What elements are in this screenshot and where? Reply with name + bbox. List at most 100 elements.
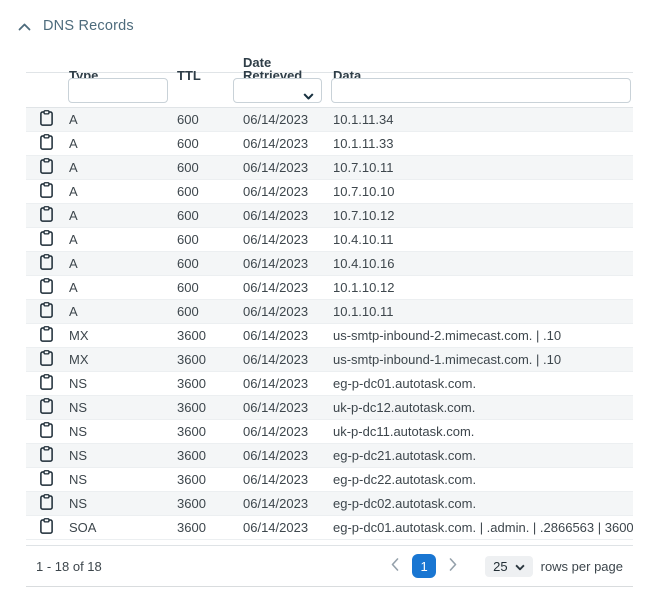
ttl-cell: 3600 [175, 444, 241, 467]
copy-record-button[interactable] [40, 110, 53, 129]
copy-record-button[interactable] [40, 518, 53, 537]
column-header-ttl: TTL [175, 69, 241, 82]
data-cell: eg-p-dc01.autotask.com. [327, 372, 633, 395]
date-retrieved-cell: 06/14/2023 [241, 516, 327, 539]
data-filter-input[interactable] [331, 78, 631, 103]
type-cell: NS [67, 396, 175, 419]
section-title: DNS Records [43, 18, 134, 34]
copy-record-button[interactable] [40, 254, 53, 273]
date-retrieved-cell: 06/14/2023 [241, 396, 327, 419]
clipboard-icon [40, 302, 53, 321]
date-retrieved-cell: 06/14/2023 [241, 444, 327, 467]
data-cell: 10.4.10.11 [327, 228, 633, 251]
table-row: NS 3600 06/14/2023 eg-p-dc01.autotask.co… [26, 372, 633, 396]
data-cell: eg-p-dc22.autotask.com. [327, 468, 633, 491]
clipboard-icon [40, 398, 53, 417]
clipboard-icon [40, 182, 53, 201]
date-retrieved-cell: 06/14/2023 [241, 372, 327, 395]
table-row: A 600 06/14/2023 10.7.10.10 [26, 180, 633, 204]
section-header: DNS Records [0, 0, 658, 35]
copy-record-button[interactable] [40, 494, 53, 513]
copy-record-button[interactable] [40, 302, 53, 321]
type-filter-input[interactable] [68, 78, 168, 103]
table-row: A 600 06/14/2023 10.1.11.33 [26, 132, 633, 156]
copy-record-button[interactable] [40, 350, 53, 369]
table-row: A 600 06/14/2023 10.1.10.12 [26, 276, 633, 300]
date-retrieved-cell: 06/14/2023 [241, 132, 327, 155]
clipboard-icon [40, 110, 53, 129]
data-cell: uk-p-dc11.autotask.com. [327, 420, 633, 443]
ttl-cell: 3600 [175, 468, 241, 491]
data-cell: 10.4.10.16 [327, 252, 633, 275]
type-cell: A [67, 108, 175, 131]
copy-record-button[interactable] [40, 422, 53, 441]
clipboard-icon [40, 374, 53, 393]
table-row: A 600 06/14/2023 10.7.10.11 [26, 156, 633, 180]
data-cell: eg-p-dc01.autotask.com. | .admin. | .286… [327, 516, 633, 539]
rows-per-page-select[interactable]: 25 [485, 556, 532, 577]
table-row: A 600 06/14/2023 10.1.10.11 [26, 300, 633, 324]
date-retrieved-cell: 06/14/2023 [241, 348, 327, 371]
ttl-cell: 3600 [175, 492, 241, 515]
type-cell: MX [67, 348, 175, 371]
copy-record-button[interactable] [40, 326, 53, 345]
ttl-cell: 3600 [175, 420, 241, 443]
clipboard-icon [40, 134, 53, 153]
previous-page-button[interactable] [383, 554, 407, 578]
copy-record-button[interactable] [40, 398, 53, 417]
copy-record-button[interactable] [40, 158, 53, 177]
rows-per-page-value: 25 [493, 559, 507, 574]
next-page-button[interactable] [441, 554, 465, 578]
type-cell: A [67, 252, 175, 275]
page-1-button[interactable]: 1 [412, 554, 436, 578]
copy-record-button[interactable] [40, 374, 53, 393]
table-row: NS 3600 06/14/2023 uk-p-dc12.autotask.co… [26, 396, 633, 420]
ttl-cell: 3600 [175, 348, 241, 371]
filter-row [26, 73, 633, 108]
type-cell: A [67, 132, 175, 155]
copy-record-button[interactable] [40, 182, 53, 201]
chevron-down-icon [303, 88, 314, 103]
ttl-cell: 600 [175, 132, 241, 155]
clipboard-icon [40, 158, 53, 177]
date-retrieved-cell: 06/14/2023 [241, 156, 327, 179]
ttl-cell: 3600 [175, 396, 241, 419]
copy-record-button[interactable] [40, 230, 53, 249]
clipboard-icon [40, 422, 53, 441]
ttl-cell: 600 [175, 252, 241, 275]
ttl-cell: 600 [175, 228, 241, 251]
data-cell: 10.7.10.12 [327, 204, 633, 227]
copy-record-button[interactable] [40, 470, 53, 489]
copy-record-button[interactable] [40, 446, 53, 465]
data-cell: 10.7.10.10 [327, 180, 633, 203]
collapse-section-button[interactable] [17, 19, 31, 33]
date-retrieved-cell: 06/14/2023 [241, 204, 327, 227]
table-row: MX 3600 06/14/2023 us-smtp-inbound-1.mim… [26, 348, 633, 372]
table-row: A 600 06/14/2023 10.4.10.11 [26, 228, 633, 252]
copy-record-button[interactable] [40, 278, 53, 297]
chevron-up-icon [18, 19, 31, 34]
table-row: A 600 06/14/2023 10.7.10.12 [26, 204, 633, 228]
row-range-text: 1 - 18 of 18 [36, 559, 102, 574]
date-retrieved-cell: 06/14/2023 [241, 276, 327, 299]
type-cell: NS [67, 492, 175, 515]
ttl-cell: 600 [175, 204, 241, 227]
type-cell: A [67, 276, 175, 299]
data-cell: uk-p-dc12.autotask.com. [327, 396, 633, 419]
data-cell: eg-p-dc21.autotask.com. [327, 444, 633, 467]
copy-record-button[interactable] [40, 206, 53, 225]
date-retrieved-cell: 06/14/2023 [241, 492, 327, 515]
date-retrieved-cell: 06/14/2023 [241, 252, 327, 275]
date-retrieved-filter-select[interactable] [233, 78, 322, 103]
data-cell: 10.1.10.12 [327, 276, 633, 299]
data-cell: us-smtp-inbound-1.mimecast.com. | .10 [327, 348, 633, 371]
copy-record-button[interactable] [40, 134, 53, 153]
clipboard-icon [40, 278, 53, 297]
ttl-cell: 3600 [175, 516, 241, 539]
date-retrieved-cell: 06/14/2023 [241, 420, 327, 443]
clipboard-icon [40, 446, 53, 465]
ttl-cell: 600 [175, 180, 241, 203]
ttl-cell: 3600 [175, 372, 241, 395]
table-row: A 600 06/14/2023 10.1.11.34 [26, 108, 633, 132]
ttl-cell: 600 [175, 276, 241, 299]
